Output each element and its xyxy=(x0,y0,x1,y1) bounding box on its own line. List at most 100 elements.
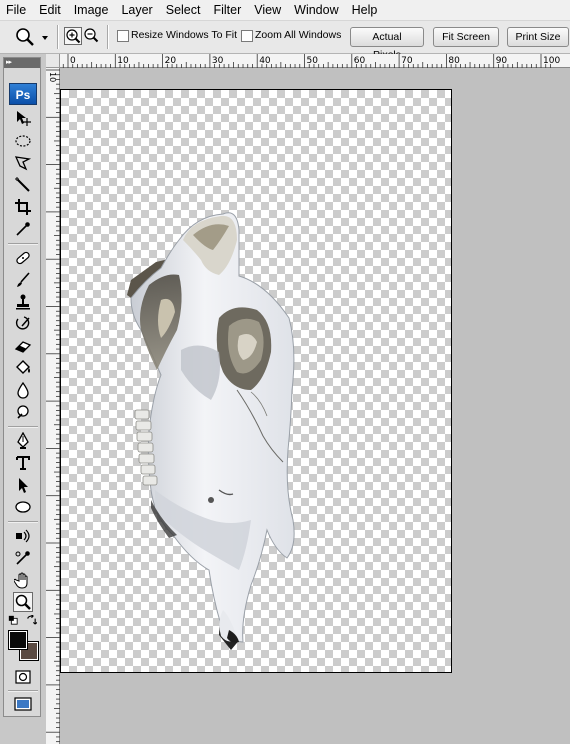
menu-file[interactable]: File xyxy=(0,0,33,20)
quick-mask-button[interactable] xyxy=(13,667,33,687)
elliptical-marquee-icon xyxy=(15,135,31,147)
hand-tool[interactable] xyxy=(13,570,33,590)
resize-windows-checkbox[interactable] xyxy=(117,30,129,42)
menu-window[interactable]: Window xyxy=(288,0,345,20)
ruler-tick-label: 10 xyxy=(117,56,129,66)
menu-edit[interactable]: Edit xyxy=(33,0,68,20)
tools-panel-grip[interactable]: ▸▸ xyxy=(4,58,40,68)
lasso-icon xyxy=(14,156,32,171)
blur-tool[interactable] xyxy=(13,380,33,400)
menu-layer[interactable]: Layer xyxy=(115,0,159,20)
ruler-tick-label: 0 xyxy=(70,56,76,66)
menu-view[interactable]: View xyxy=(248,0,288,20)
ruler-tick-label: 50 xyxy=(307,56,319,66)
pen-tool[interactable] xyxy=(13,431,33,451)
animal-skull-image xyxy=(127,212,295,650)
ruler-origin[interactable] xyxy=(46,54,60,68)
ruler-tick-label: 20 xyxy=(165,56,177,66)
menu-filter[interactable]: Filter xyxy=(207,0,248,20)
3d-rotate-icon xyxy=(16,529,30,543)
path-selection-tool[interactable] xyxy=(13,475,33,495)
menu-image[interactable]: Image xyxy=(68,0,116,20)
magnifier-icon xyxy=(15,594,31,610)
menu-select[interactable]: Select xyxy=(160,0,208,20)
water-drop-icon xyxy=(17,381,29,399)
ruler-tick-label: 80 xyxy=(448,56,460,66)
tools-separator xyxy=(8,426,38,428)
ruler-tick-label: 10 xyxy=(48,72,57,82)
arrow-cursor-icon xyxy=(19,478,28,493)
zoom-tool[interactable] xyxy=(13,592,33,612)
ruler-tick-label: 30 xyxy=(212,56,224,66)
pen-nib-icon xyxy=(17,432,29,449)
horizontal-ruler-ticks: 100102030405060708090100 xyxy=(62,54,560,68)
screen-mode-button[interactable] xyxy=(13,694,33,714)
move-tool[interactable] xyxy=(13,108,33,128)
marquee-tool[interactable] xyxy=(13,131,33,151)
swap-arrow-icon xyxy=(26,614,37,625)
dodge-tool[interactable] xyxy=(13,402,33,422)
crop-icon xyxy=(15,199,31,215)
zoom-out-icon xyxy=(84,28,99,43)
clone-stamp-tool[interactable] xyxy=(13,292,33,312)
eraser-tool[interactable] xyxy=(13,336,33,356)
zoom-icon xyxy=(16,28,34,46)
print-size-button[interactable]: Print Size xyxy=(507,27,569,47)
brush-tool[interactable] xyxy=(13,270,33,290)
ruler-tick-label: 60 xyxy=(354,56,366,66)
vertical-ruler[interactable]: 10 xyxy=(46,68,60,744)
lasso-tool[interactable] xyxy=(13,153,33,173)
stamp-icon xyxy=(16,294,30,310)
default-colors-button[interactable] xyxy=(7,614,19,626)
screen-mode-icon xyxy=(14,697,32,711)
fit-screen-button[interactable]: Fit Screen xyxy=(433,27,499,47)
options-separator xyxy=(57,25,59,49)
horizontal-ruler[interactable]: 100102030405060708090100 xyxy=(60,54,570,68)
tools-separator xyxy=(8,521,38,523)
paint-bucket-tool[interactable] xyxy=(13,358,33,378)
zoom-out-button[interactable] xyxy=(83,27,101,45)
magic-wand-icon xyxy=(15,177,30,192)
quick-mask-icon xyxy=(15,670,31,684)
dodge-icon xyxy=(17,405,29,419)
ellipse-shape-icon xyxy=(15,501,31,513)
crop-tool[interactable] xyxy=(13,197,33,217)
zoom-all-windows-checkbox[interactable] xyxy=(241,30,253,42)
eraser-icon xyxy=(14,341,32,353)
foreground-color-swatch[interactable] xyxy=(8,630,28,650)
brush-icon xyxy=(17,272,30,287)
healing-brush-tool[interactable] xyxy=(13,248,33,268)
default-colors-icon xyxy=(8,615,18,625)
chevron-down-icon xyxy=(42,36,48,40)
ruler-tick-label: 70 xyxy=(401,56,413,66)
actual-pixels-button[interactable]: Actual Pixels xyxy=(350,27,424,61)
eyedropper-tool[interactable] xyxy=(13,219,33,239)
shape-tool[interactable] xyxy=(13,497,33,517)
ruler-tick-label: 40 xyxy=(259,56,271,66)
type-tool[interactable] xyxy=(13,453,33,473)
magic-wand-tool[interactable] xyxy=(13,175,33,195)
zoom-in-button[interactable] xyxy=(64,27,82,45)
ruler-tick-label: 90 xyxy=(496,56,508,66)
resize-windows-label: Resize Windows To Fit xyxy=(131,29,238,41)
zoom-in-icon xyxy=(66,29,81,44)
hand-icon xyxy=(14,572,28,589)
document-canvas[interactable] xyxy=(60,89,452,673)
color-sampler-icon xyxy=(15,551,30,565)
history-brush-tool[interactable] xyxy=(13,314,33,334)
bandage-icon xyxy=(16,251,30,265)
3d-orbit-tool[interactable] xyxy=(13,548,33,568)
menu-help[interactable]: Help xyxy=(346,0,385,20)
eyedropper-icon xyxy=(16,222,30,236)
options-separator xyxy=(107,25,109,49)
ruler-tick-label: 100 xyxy=(543,56,560,66)
3d-rotate-tool[interactable] xyxy=(13,526,33,546)
photoshop-logo[interactable]: Ps xyxy=(9,83,37,105)
swap-colors-button[interactable] xyxy=(25,614,37,626)
zoom-all-windows-label: Zoom All Windows xyxy=(255,29,342,41)
tool-preset-picker[interactable] xyxy=(14,26,50,48)
tools-panel: ▸▸ Ps xyxy=(3,57,41,717)
type-icon xyxy=(16,456,30,470)
paint-bucket-icon xyxy=(16,360,30,374)
vertical-ruler-ticks: 10 xyxy=(46,69,60,743)
